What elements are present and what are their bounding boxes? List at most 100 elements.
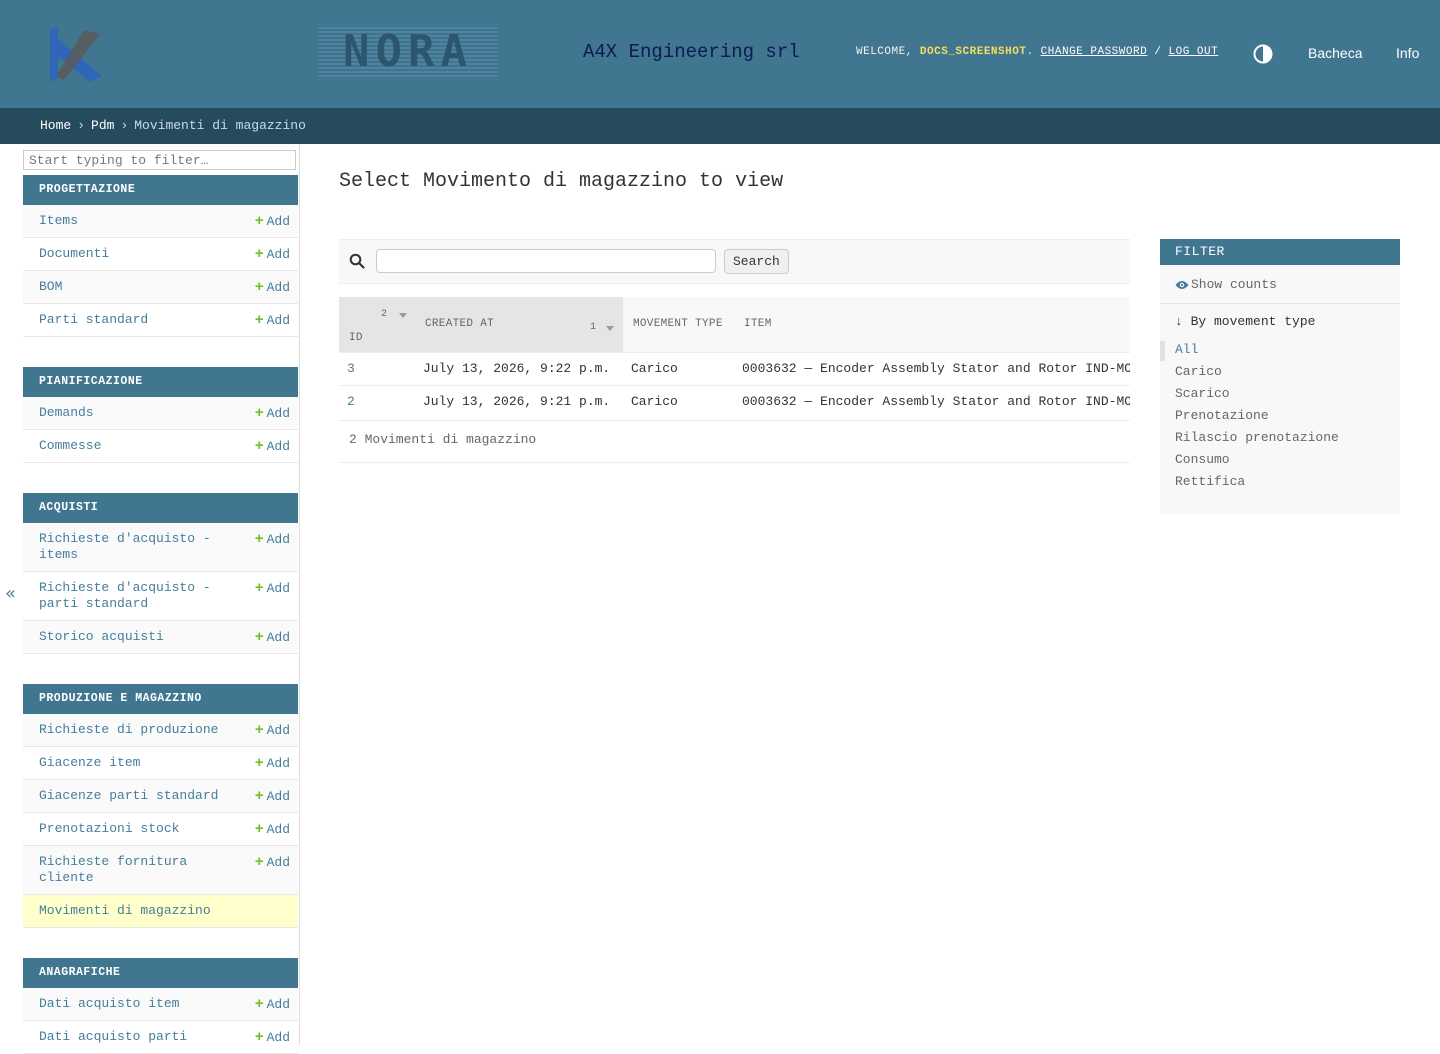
plus-icon: +	[254, 404, 264, 421]
sort-priority: 2	[381, 309, 388, 320]
section-caption[interactable]: Progettazione	[23, 175, 298, 205]
row-id-link[interactable]: 2	[347, 394, 355, 409]
plus-icon: +	[254, 1028, 264, 1045]
sidebar-item-dati-acquisto-parti[interactable]: Dati acquisto parti + Add	[23, 1021, 298, 1054]
section-produzione-magazzino: Produzione e magazzino Richieste di prod…	[23, 684, 298, 928]
plus-icon: +	[254, 212, 264, 229]
add-button[interactable]: + Add	[255, 722, 290, 739]
add-button[interactable]: + Add	[255, 996, 290, 1013]
filter-option-rettifica[interactable]: Rettifica	[1175, 474, 1245, 489]
paginator: 2 Movimenti di magazzino	[339, 420, 1130, 463]
welcome-text: Welcome,	[856, 46, 913, 58]
sidebar-item-richieste-produzione[interactable]: Richieste di produzione + Add	[23, 714, 298, 747]
plus-icon: +	[254, 820, 264, 837]
add-button[interactable]: + Add	[255, 438, 290, 455]
user-tools: Welcome, docs_screenshot. Change passwor…	[856, 46, 1219, 58]
breadcrumb-app[interactable]: Pdm	[91, 118, 114, 133]
row-id-link[interactable]: 3	[347, 361, 355, 376]
change-password-link[interactable]: Change password	[1041, 46, 1148, 58]
row-created-at: July 13, 2026, 9:21 p.m.	[423, 394, 611, 409]
theme-toggle-icon[interactable]	[1253, 44, 1273, 64]
filter-option-rilascio-prenotazione[interactable]: Rilascio prenotazione	[1175, 430, 1339, 445]
sidebar-item-items[interactable]: Items + Add	[23, 205, 298, 238]
show-counts-link[interactable]: Show counts	[1175, 277, 1277, 292]
sort-desc-icon[interactable]	[399, 313, 407, 318]
add-button[interactable]: + Add	[255, 279, 290, 296]
search-input[interactable]	[376, 249, 716, 273]
breadcrumb-current: Movimenti di magazzino	[134, 118, 306, 133]
filter-option-carico[interactable]: Carico	[1175, 364, 1222, 379]
logout-link[interactable]: Log out	[1169, 46, 1219, 58]
plus-icon: +	[254, 628, 264, 645]
add-button[interactable]: + Add	[255, 405, 290, 422]
section-caption[interactable]: Acquisti	[23, 493, 298, 523]
eye-icon	[1175, 280, 1189, 289]
add-button[interactable]: + Add	[255, 788, 290, 805]
sidebar-item-richieste-acquisto-parti[interactable]: Richieste d'acquisto - parti standard + Ad…	[23, 572, 298, 621]
table-row: 3 July 13, 2026, 9:22 p.m. Carico 000363…	[339, 352, 1130, 385]
section-caption[interactable]: Pianificazione	[23, 367, 298, 397]
sidebar-item-richieste-acquisto-items[interactable]: Richieste d'acquisto - items + Add	[23, 523, 298, 572]
nav-info-link[interactable]: Info	[1396, 45, 1419, 61]
column-header-created-at[interactable]: Created at 1	[415, 297, 623, 352]
plus-icon: +	[254, 754, 264, 771]
search-button[interactable]: Search	[724, 249, 789, 274]
nav-bacheca-link[interactable]: Bacheca	[1308, 45, 1362, 61]
sidebar-item-demands[interactable]: Demands + Add	[23, 397, 298, 430]
nora-logo[interactable]: NORA	[318, 27, 498, 77]
sidebar-item-commesse[interactable]: Commesse + Add	[23, 430, 298, 463]
sidebar-item-dati-acquisto-item[interactable]: Dati acquisto item + Add	[23, 988, 298, 1021]
add-button[interactable]: + Add	[255, 629, 290, 646]
section-acquisti: Acquisti Richieste d'acquisto - items + Ad…	[23, 493, 298, 654]
search-toolbar: Search	[339, 239, 1130, 284]
section-caption[interactable]: Produzione e magazzino	[23, 684, 298, 714]
add-button[interactable]: + Add	[255, 213, 290, 230]
sort-priority: 1	[590, 322, 597, 333]
page-title: Select Movimento di magazzino to view	[339, 170, 784, 193]
filter-option-prenotazione[interactable]: Prenotazione	[1175, 408, 1269, 423]
sidebar-item-movimenti-magazzino[interactable]: Movimenti di magazzino	[23, 895, 298, 928]
breadcrumb-home[interactable]: Home	[40, 118, 71, 133]
sidebar-item-storico-acquisti[interactable]: Storico acquisti + Add	[23, 621, 298, 654]
sidebar-item-giacenze-parti[interactable]: Giacenze parti standard + Add	[23, 780, 298, 813]
filter-option-all[interactable]: All	[1175, 342, 1198, 357]
plus-icon: +	[254, 278, 264, 295]
add-button[interactable]: + Add	[255, 755, 290, 772]
section-caption[interactable]: Anagrafiche	[23, 958, 298, 988]
table-row: 2 July 13, 2026, 9:21 p.m. Carico 000363…	[339, 385, 1130, 418]
sidebar-item-prenotazioni-stock[interactable]: Prenotazioni stock + Add	[23, 813, 298, 846]
add-button[interactable]: + Add	[255, 312, 290, 329]
plus-icon: +	[254, 787, 264, 804]
a4x-logo-icon[interactable]	[44, 20, 108, 86]
plus-icon: +	[254, 530, 264, 547]
filter-option-consumo[interactable]: Consumo	[1175, 452, 1230, 467]
row-movement-type: Carico	[631, 394, 678, 409]
filter-by-movement-type[interactable]: ↓ By movement type	[1175, 314, 1315, 329]
section-pianificazione: Pianificazione Demands + Add Commesse + Add	[23, 367, 298, 463]
sidebar-item-giacenze-item[interactable]: Giacenze item + Add	[23, 747, 298, 780]
sidebar-filter-input[interactable]	[23, 150, 296, 170]
header: NORA A4X Engineering srl Welcome, docs_s…	[0, 0, 1440, 108]
column-header-id[interactable]: 2 ID	[339, 297, 415, 352]
filter-divider	[1160, 303, 1400, 304]
sidebar-item-richieste-fornitura[interactable]: Richieste fornitura cliente + Add	[23, 846, 298, 895]
sidebar-item-bom[interactable]: BOM + Add	[23, 271, 298, 304]
add-button[interactable]: + Add	[255, 246, 290, 263]
add-button[interactable]: + Add	[255, 854, 290, 871]
add-button[interactable]: + Add	[255, 1029, 290, 1046]
column-header-item[interactable]: Item	[734, 297, 1130, 352]
column-header-movement-type[interactable]: Movement type	[623, 297, 734, 352]
breadcrumb: Home › Pdm › Movimenti di magazzino	[0, 108, 1440, 144]
filter-title: Filter	[1160, 239, 1400, 265]
plus-icon: +	[254, 311, 264, 328]
add-button[interactable]: + Add	[255, 531, 290, 548]
filter-option-scarico[interactable]: Scarico	[1175, 386, 1230, 401]
row-item: 0003632 — Encoder Assembly Stator and Ro…	[742, 361, 1130, 376]
sidebar-item-parti-standard[interactable]: Parti standard + Add	[23, 304, 298, 337]
add-button[interactable]: + Add	[255, 821, 290, 838]
add-button[interactable]: + Add	[255, 580, 290, 597]
section-progettazione: Progettazione Items + Add Documenti + Add BO…	[23, 175, 298, 337]
sort-desc-icon[interactable]	[606, 326, 614, 331]
sidebar-item-documenti[interactable]: Documenti + Add	[23, 238, 298, 271]
sidebar-collapse-button[interactable]: «	[5, 583, 16, 604]
